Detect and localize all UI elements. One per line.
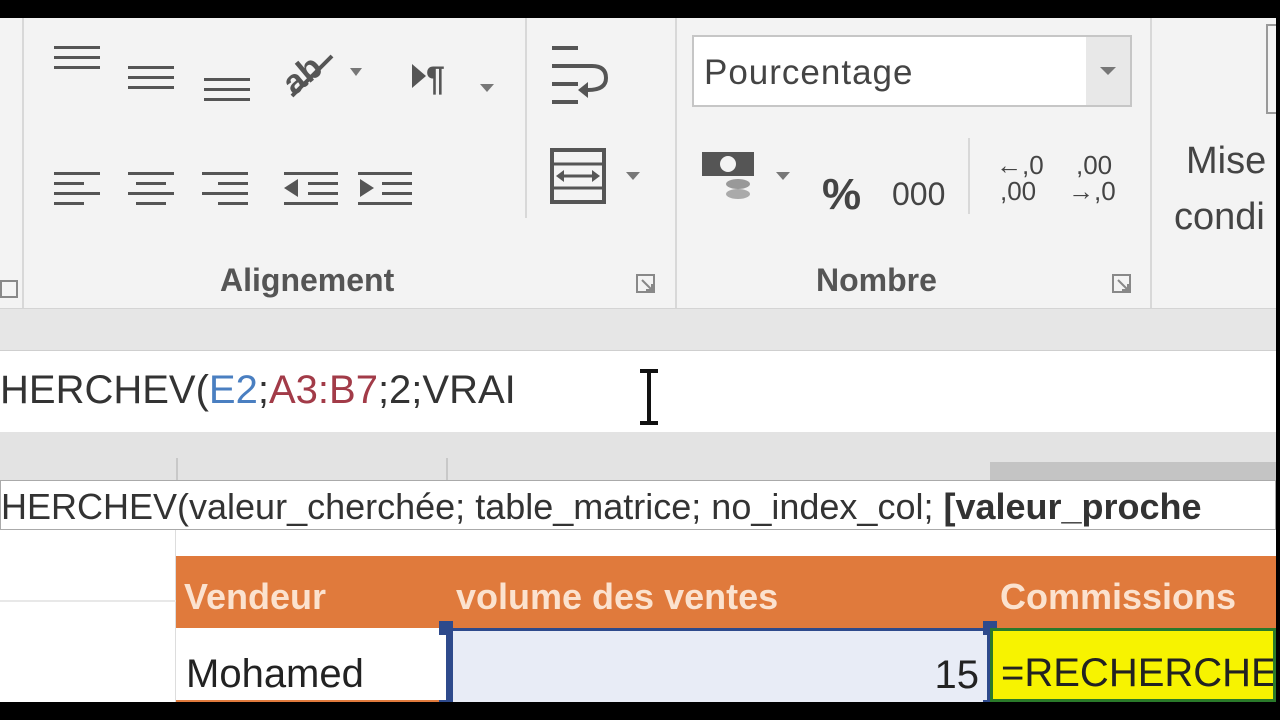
align-right-icon[interactable] (200, 168, 250, 212)
wrap-text-icon[interactable] (548, 42, 612, 116)
number-format-value: Pourcentage (704, 53, 914, 92)
group-separator (525, 18, 527, 218)
button-separator (968, 138, 970, 214)
commission-formula: =RECHERCHEV (1001, 651, 1276, 695)
volume-value: 15 (934, 653, 980, 697)
column-divider (446, 458, 448, 482)
excel-window: ab ¶ Alignement Pourcentage % 000 ←,0 ,0… (0, 18, 1276, 702)
selection-handle[interactable] (439, 621, 453, 635)
conditional-formatting-label-1: Mise (1186, 140, 1267, 182)
align-top-icon[interactable] (52, 42, 102, 86)
column-header-strip (0, 432, 1276, 482)
svg-text:¶: ¶ (426, 60, 445, 98)
header-commissions[interactable]: Commissions (1000, 576, 1236, 618)
ribbon: ab ¶ Alignement Pourcentage % 000 ←,0 ,0… (0, 18, 1276, 318)
group-separator (1150, 18, 1152, 310)
header-volume[interactable]: volume des ventes (456, 576, 778, 618)
dialog-launcher-icon[interactable] (1112, 274, 1132, 294)
number-format-dropdown[interactable]: Pourcentage (692, 35, 1132, 107)
cell-vendor[interactable]: Mohamed (176, 628, 446, 702)
empty-cell[interactable] (0, 530, 176, 702)
dropdown-arrow-icon (1100, 67, 1116, 75)
selection-handle[interactable] (439, 700, 453, 702)
thousands-icon[interactable]: 000 (892, 176, 945, 213)
group-separator (675, 18, 677, 310)
formula-ref-1: E2 (208, 368, 258, 412)
gridline (0, 600, 176, 602)
selection-edge (449, 631, 453, 702)
cell-commission-active[interactable]: =RECHERCHEV (990, 628, 1276, 702)
ribbon-bottom-band (0, 308, 1276, 351)
number-group-label: Nombre (816, 262, 937, 298)
align-left-icon[interactable] (52, 168, 102, 212)
vendor-value: Mohamed (186, 652, 364, 696)
conditional-formatting-label-2: condi (1174, 196, 1265, 238)
function-tooltip: HERCHEV(valeur_cherchée; table_matrice; … (0, 480, 1276, 530)
column-header-selected (990, 462, 1276, 482)
tooltip-optional-arg: [valeur_proche (943, 486, 1202, 527)
formula-text[interactable]: HERCHEV(E2;A3:B7;2;VRAI (0, 368, 516, 413)
decrease-decimal-icon[interactable]: ,00 →,0 (1068, 150, 1122, 214)
formula-ref-2: A3:B7 (268, 368, 378, 412)
decrease-indent-icon[interactable] (282, 168, 340, 212)
percent-icon[interactable]: % (822, 170, 861, 220)
paragraph-direction-icon[interactable]: ¶ (408, 54, 502, 98)
increase-indent-icon[interactable] (356, 168, 414, 212)
align-center-icon[interactable] (126, 168, 176, 212)
alignment-group-label: Alignement (220, 262, 395, 298)
merge-center-icon[interactable] (548, 146, 648, 206)
cell-volume-selected[interactable]: 15 (446, 628, 990, 702)
dialog-launcher-icon[interactable] (0, 280, 20, 300)
styles-icon-edge (1266, 24, 1276, 114)
align-bottom-icon[interactable] (202, 68, 252, 112)
text-cursor-icon (640, 369, 658, 425)
group-separator (22, 18, 24, 310)
orientation-icon[interactable]: ab (282, 46, 372, 102)
column-divider (176, 458, 178, 482)
increase-decimal-icon[interactable]: ←,0 ,00 (996, 150, 1050, 214)
header-vendeur[interactable]: Vendeur (184, 576, 326, 618)
conditional-formatting-button[interactable]: Mise (1186, 140, 1266, 183)
align-middle-icon[interactable] (126, 58, 176, 102)
spreadsheet-grid: Vendeur volume des ventes Commissions Mo… (0, 530, 1276, 702)
svg-text:ab: ab (282, 48, 330, 102)
tooltip-signature: HERCHEV(valeur_cherchée; table_matrice; … (1, 486, 944, 527)
dialog-launcher-icon[interactable] (636, 274, 656, 294)
dropdown-arrow-button[interactable] (1086, 37, 1130, 105)
accounting-format-icon[interactable] (698, 148, 798, 208)
